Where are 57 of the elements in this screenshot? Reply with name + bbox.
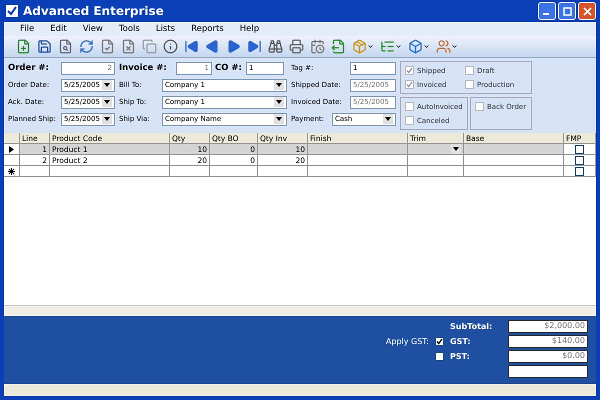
checkbox[interactable] xyxy=(435,352,444,361)
previous-record-icon[interactable] xyxy=(205,39,220,54)
next-record-icon[interactable] xyxy=(226,39,241,54)
menu-item[interactable]: Lists xyxy=(156,24,176,34)
total-label: GST: xyxy=(450,337,472,346)
dropdown-arrow-icon[interactable] xyxy=(274,114,284,124)
checkbox[interactable] xyxy=(435,337,444,346)
first-record-icon[interactable] xyxy=(184,39,199,54)
dropdown-arrow-icon[interactable] xyxy=(274,80,284,90)
new-row-icon xyxy=(8,168,15,174)
minimize-button[interactable] xyxy=(538,2,556,20)
total-label: PST: xyxy=(450,352,471,361)
maximize-button[interactable] xyxy=(558,2,576,20)
window-title: Advanced Enterprise xyxy=(23,4,164,18)
info-icon[interactable] xyxy=(163,39,178,54)
file-check-icon[interactable] xyxy=(100,39,115,54)
dropdown-arrow-icon[interactable] xyxy=(102,80,112,90)
app-icon xyxy=(6,5,18,17)
last-record-icon[interactable] xyxy=(247,39,262,54)
dropdown-arrow-icon[interactable] xyxy=(274,97,284,107)
menu-item[interactable]: View xyxy=(82,24,103,34)
checkbox[interactable] xyxy=(575,156,584,164)
preview-icon[interactable] xyxy=(58,39,73,54)
new-file-icon[interactable] xyxy=(16,39,31,54)
printer-icon[interactable] xyxy=(289,39,304,54)
dropdown-arrow-icon[interactable] xyxy=(102,97,112,107)
menu-item[interactable]: Reports xyxy=(191,24,224,34)
dropdown-arrow-icon[interactable] xyxy=(102,114,112,124)
field-label: Order #: xyxy=(8,63,50,73)
total-label: SubTotal: xyxy=(450,322,494,331)
menu-item[interactable]: Edit xyxy=(50,24,67,34)
horizontal-scrollbar[interactable] xyxy=(4,305,596,316)
menu-item[interactable]: Tools xyxy=(118,24,140,34)
binoculars-icon[interactable] xyxy=(268,39,283,54)
export-icon[interactable] xyxy=(331,39,346,54)
checkbox[interactable] xyxy=(575,166,584,176)
field-label: CO #: xyxy=(215,63,243,73)
field-label: Invoice #: xyxy=(119,63,168,73)
total-field: $140.00 xyxy=(508,335,588,348)
maximize-icon xyxy=(562,6,572,16)
save-icon[interactable] xyxy=(37,39,52,54)
total-field: $2,000.00 xyxy=(508,320,588,333)
close-icon xyxy=(582,6,592,16)
field-label: Apply GST: xyxy=(386,337,429,346)
close-button[interactable] xyxy=(578,2,596,20)
dropdown-arrow-icon[interactable] xyxy=(383,114,393,124)
file-delete-icon[interactable] xyxy=(121,39,136,54)
users-icon[interactable] xyxy=(436,39,458,54)
dropdown-arrow-icon[interactable] xyxy=(451,144,461,154)
menu-item[interactable]: Help xyxy=(240,24,260,34)
refresh-icon[interactable] xyxy=(79,39,94,54)
total-field: $0.00 xyxy=(508,350,588,363)
schedule-icon[interactable] xyxy=(310,39,325,54)
checkbox[interactable] xyxy=(575,144,584,154)
menu-item[interactable]: File xyxy=(20,24,34,34)
cube-icon[interactable] xyxy=(408,39,430,54)
list-icon[interactable] xyxy=(380,39,402,54)
